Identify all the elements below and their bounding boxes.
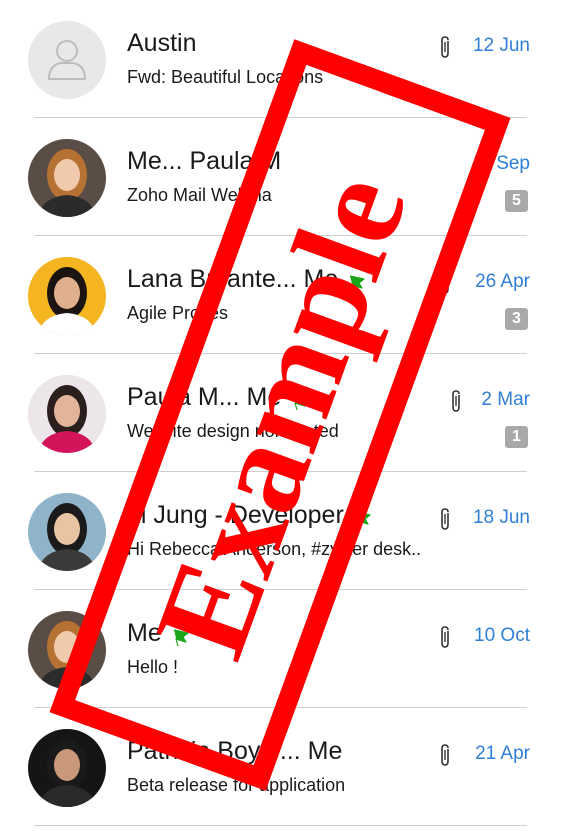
paperclip-icon	[449, 389, 463, 413]
subject-text: Fwd: Beautiful Locations	[127, 67, 324, 87]
paperclip-icon	[438, 743, 452, 767]
subject-text: Zoho Mail Webina	[127, 185, 272, 205]
flag-icon[interactable]	[291, 389, 308, 411]
subject-text: Agile Proces	[127, 303, 229, 323]
mail-row[interactable]: Me Hello ! 10 Oct	[0, 590, 561, 708]
mail-row[interactable]: Me... Paula M Zoho Mail Webina 7 Sep 5	[0, 118, 561, 236]
sender-name: Patricia Boyle... Me	[127, 737, 342, 766]
thread-count-badge: 3	[505, 308, 528, 330]
sender-text: Paula M... Me	[127, 383, 282, 411]
date-text: 2 Mar	[481, 389, 530, 410]
subject-text: Hi Rebecca Anderson, #zylker desk..	[127, 539, 422, 559]
mail-row[interactable]: Lana Bryante... Me Agile Proces 26 Apr 3	[0, 236, 561, 354]
date-text: 21 Apr	[475, 743, 530, 764]
sender-text: Me... Paula M	[127, 147, 282, 175]
avatar	[28, 493, 106, 571]
thread-count-badge: 5	[505, 190, 528, 212]
sender-name: Me... Paula M	[127, 147, 281, 176]
paperclip-icon	[438, 35, 452, 59]
avatar	[28, 257, 106, 335]
sender-text: Lana Bryante... Me	[127, 265, 339, 293]
flag-icon[interactable]	[172, 625, 189, 647]
paperclip-icon	[438, 271, 452, 295]
sender-text: Me	[127, 619, 162, 647]
avatar	[28, 375, 106, 453]
flag-icon[interactable]	[348, 271, 365, 293]
sender-name: Austin	[127, 29, 196, 58]
sender-name: Paula M... Me	[127, 383, 308, 412]
avatar	[28, 611, 106, 689]
date-text: 12 Jun	[472, 35, 530, 56]
flag-icon[interactable]	[354, 507, 371, 529]
subject-text: Hello !	[127, 657, 179, 677]
date-text: 10 Oct	[474, 625, 530, 646]
sender-text: Austin	[127, 29, 197, 57]
sender-text: Patricia Boyle... Me	[127, 737, 343, 765]
date-text: 7 Sep	[480, 153, 530, 174]
paperclip-icon	[438, 625, 452, 649]
mail-row[interactable]: Paula M... Me Website design nominated 2 M…	[0, 354, 561, 472]
date-text: 26 Apr	[475, 271, 530, 292]
mail-row[interactable]: Patricia Boyle... Me Beta release for app…	[0, 708, 561, 826]
sender-name: Lana Bryante... Me	[127, 265, 365, 294]
avatar	[28, 139, 106, 217]
avatar	[28, 21, 106, 99]
date-text: 18 Jun	[472, 507, 530, 528]
avatar	[28, 729, 106, 807]
paperclip-icon	[438, 507, 452, 531]
subject-text: Beta release for application	[127, 775, 346, 795]
thread-count-badge: 1	[505, 426, 528, 448]
mail-row[interactable]: Austin Fwd: Beautiful Locations 12 Jun	[0, 0, 561, 118]
sender-name: Li Jung - Developer	[127, 501, 371, 530]
row-divider	[34, 825, 527, 826]
sender-text: Li Jung - Developer	[127, 501, 344, 529]
sender-name: Me	[127, 619, 189, 648]
mail-row[interactable]: Li Jung - Developer Hi Rebecca Anderson, …	[0, 472, 561, 590]
subject-text: Website design nominated	[127, 421, 339, 441]
